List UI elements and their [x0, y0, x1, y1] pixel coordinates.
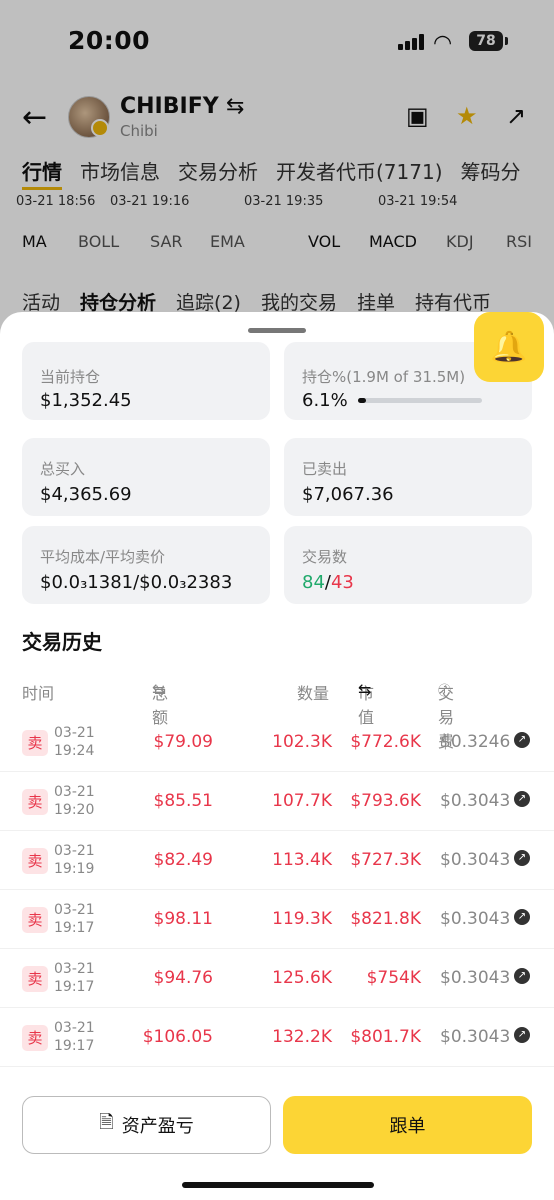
trades-count-label: 交易数 [302, 548, 348, 566]
pnl-icon: 🗎 [99, 1112, 114, 1133]
trade-fee: $0.3043 [440, 968, 511, 988]
trade-qty: 102.3K [272, 732, 332, 752]
external-link-icon[interactable]: ↗ [514, 909, 530, 925]
copy-trade-label: 跟单 [389, 1116, 426, 1137]
bell-icon: 🔔 [490, 329, 528, 365]
sold-card: 已卖出 $7,067.36 [284, 438, 532, 516]
current-holding-value: $1,352.45 [40, 390, 132, 411]
trade-total: $106.05 [142, 1027, 213, 1047]
trade-history-title: 交易历史 [22, 630, 102, 654]
trade-total: $98.11 [153, 909, 213, 929]
trade-date: 03-21 [54, 1020, 95, 1036]
sold-value: $7,067.36 [302, 484, 394, 505]
holding-pct-value: 6.1% [302, 390, 348, 411]
table-row[interactable]: 卖 03-21 19:17 $98.11 119.3K $821.8K $0.3043 ↗ [0, 891, 554, 949]
table-row[interactable]: 卖 03-21 19:17 $94.76 125.6K $754K $0.3043 ↗ [0, 950, 554, 1008]
copy-trade-button[interactable]: 跟单 [283, 1096, 532, 1154]
trade-mcap: $772.6K [350, 732, 421, 752]
trade-clock: 19:17 [54, 920, 95, 936]
history-table-header: 时间 总额 ⇆ 数量 市值 ⇆ 交易费 ⓘ [0, 680, 554, 751]
sell-count: 43 [330, 572, 354, 593]
swap-arrows-icon[interactable]: ⇆ [358, 680, 371, 699]
table-row[interactable]: 卖 03-21 19:24 $79.09 102.3K $772.6K $0.3246 ↗ [0, 714, 554, 772]
sell-badge: 卖 [22, 1025, 48, 1051]
col-qty: 数量 [297, 684, 330, 703]
avg-price-value: $0.0₃1381/$0.0₃2383 [40, 572, 233, 593]
trade-mcap: $801.7K [350, 1027, 421, 1047]
trade-clock: 19:17 [54, 979, 95, 995]
trade-time: 03-21 19:17 [54, 901, 95, 937]
trade-qty: 132.2K [272, 1027, 332, 1047]
external-link-icon[interactable]: ↗ [514, 1027, 530, 1043]
trade-qty: 119.3K [272, 909, 332, 929]
trade-date: 03-21 [54, 961, 95, 977]
holding-pct-label: 持仓%(1.9M of 31.5M) [302, 368, 466, 386]
trade-date: 03-21 [54, 843, 95, 859]
trade-mcap: $727.3K [350, 850, 421, 870]
trade-fee: $0.3246 [440, 732, 511, 752]
table-row[interactable]: 卖 03-21 19:20 $85.51 107.7K $793.6K $0.3043 ↗ [0, 773, 554, 831]
trade-time: 03-21 19:17 [54, 1019, 95, 1055]
trade-fee: $0.3043 [440, 850, 511, 870]
trade-date: 03-21 [54, 784, 95, 800]
total-buy-card: 总买入 $4,365.69 [22, 438, 270, 516]
pnl-label: 资产盈亏 [121, 1116, 194, 1137]
trade-time: 03-21 19:20 [54, 783, 95, 819]
trade-clock: 19:24 [54, 743, 95, 759]
sell-badge: 卖 [22, 966, 48, 992]
col-time: 时间 [22, 684, 55, 703]
swap-arrows-icon[interactable]: ⇆ [152, 680, 165, 699]
trade-date: 03-21 [54, 902, 95, 918]
trade-date: 03-21 [54, 725, 95, 741]
external-link-icon[interactable]: ↗ [514, 791, 530, 807]
trade-fee: $0.3043 [440, 791, 511, 811]
current-holding-label: 当前持仓 [40, 368, 101, 386]
trade-total: $85.51 [153, 791, 213, 811]
trade-total: $94.76 [153, 968, 213, 988]
external-link-icon[interactable]: ↗ [514, 968, 530, 984]
trade-qty: 113.4K [272, 850, 332, 870]
trade-clock: 19:20 [54, 802, 95, 818]
trades-count-value: 84/43 [302, 572, 354, 593]
trade-qty: 125.6K [272, 968, 332, 988]
trade-clock: 19:17 [54, 1038, 95, 1054]
table-row[interactable]: 卖 03-21 19:17 $106.05 132.2K $801.7K $0.3043 ↗ [0, 1009, 554, 1067]
table-row[interactable]: 卖 03-21 19:19 $82.49 113.4K $727.3K $0.3043 ↗ [0, 832, 554, 890]
trades-count-card: 交易数 84/43 [284, 526, 532, 604]
trade-total: $82.49 [153, 850, 213, 870]
trade-clock: 19:19 [54, 861, 95, 877]
total-buy-label: 总买入 [40, 460, 86, 478]
avg-price-card: 平均成本/平均卖价 $0.0₃1381/$0.0₃2383 [22, 526, 270, 604]
sell-badge: 卖 [22, 848, 48, 874]
external-link-icon[interactable]: ↗ [514, 732, 530, 748]
info-icon[interactable]: ⓘ [438, 680, 451, 699]
holding-progress-fill [358, 398, 366, 403]
trade-time: 03-21 19:24 [54, 724, 95, 760]
holding-progress-bar [358, 398, 482, 403]
sheet-handle[interactable] [248, 328, 306, 333]
trade-total: $79.09 [153, 732, 213, 752]
trade-mcap: $793.6K [350, 791, 421, 811]
trade-qty: 107.7K [272, 791, 332, 811]
external-link-icon[interactable]: ↗ [514, 850, 530, 866]
pnl-button[interactable]: 🗎 资产盈亏 [22, 1096, 271, 1154]
sell-badge: 卖 [22, 907, 48, 933]
trade-mcap: $821.8K [350, 909, 421, 929]
buy-count: 84 [302, 572, 325, 593]
trade-mcap: $754K [366, 968, 421, 988]
sell-badge: 卖 [22, 730, 48, 756]
trade-fee: $0.3043 [440, 909, 511, 929]
trade-time: 03-21 19:19 [54, 842, 95, 878]
sold-label: 已卖出 [302, 460, 348, 478]
holding-sheet: 当前持仓 $1,352.45 持仓%(1.9M of 31.5M) 6.1% 总… [0, 312, 554, 1200]
trade-fee: $0.3043 [440, 1027, 511, 1047]
bell-button[interactable]: 🔔 [474, 312, 544, 382]
home-indicator [182, 1182, 374, 1188]
sell-badge: 卖 [22, 789, 48, 815]
avg-price-label: 平均成本/平均卖价 [40, 548, 166, 566]
total-buy-value: $4,365.69 [40, 484, 132, 505]
current-holding-card: 当前持仓 $1,352.45 [22, 342, 270, 420]
trade-time: 03-21 19:17 [54, 960, 95, 996]
